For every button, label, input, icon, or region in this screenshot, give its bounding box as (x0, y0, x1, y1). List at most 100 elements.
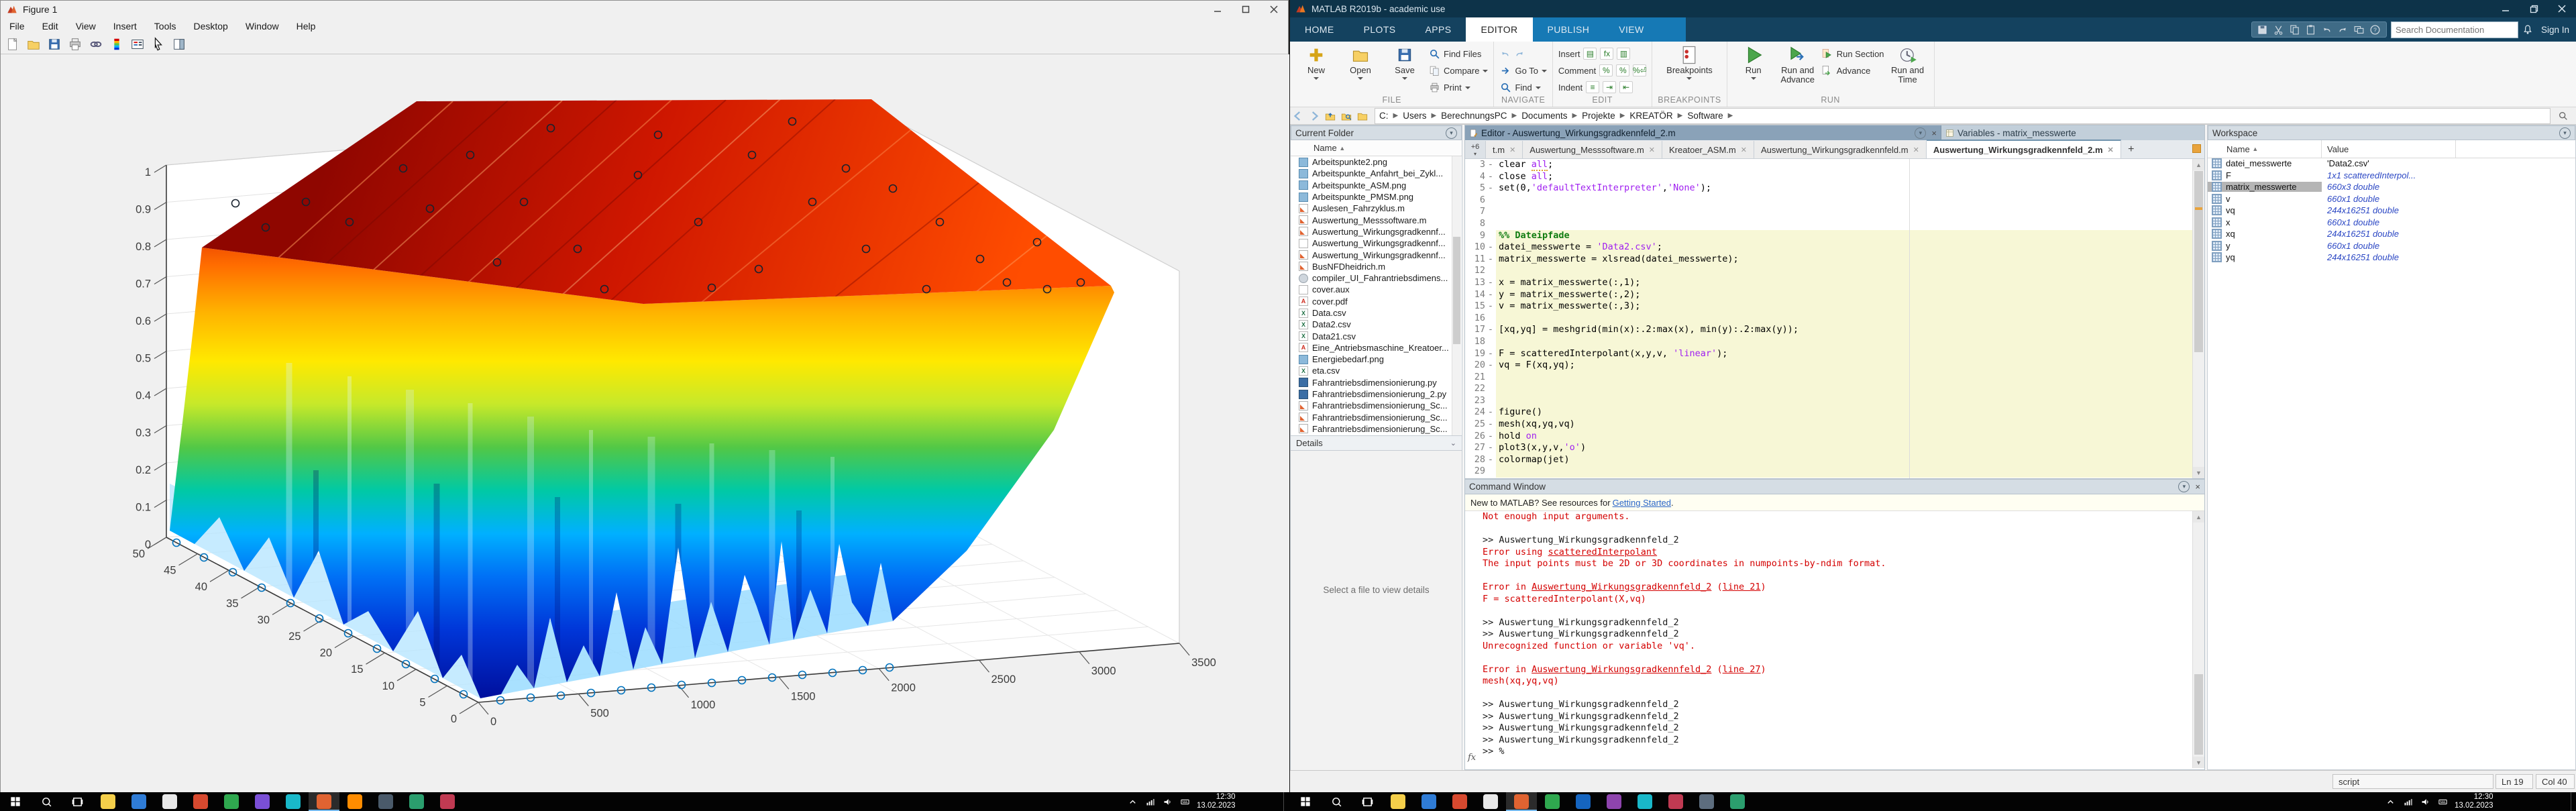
editor-tab[interactable]: Auswertung_Wirkungsgradkennfeld_2.m✕ (1927, 140, 2121, 158)
taskbar-app-icon[interactable] (370, 792, 401, 811)
toolstrip-tab-home[interactable]: HOME (1290, 17, 1349, 42)
search-input[interactable] (2392, 25, 2518, 35)
taskbar-app-icon[interactable] (1383, 792, 1413, 811)
code-line[interactable]: 17-[xq,yq] = meshgrid(min(x):.2:max(x), … (1465, 324, 2194, 336)
breadcrumb-segment[interactable]: C: (1378, 111, 1390, 121)
close-tab-icon[interactable]: ✕ (1509, 146, 1515, 154)
taskbar-search-icon[interactable] (1321, 792, 1352, 811)
taskbar-app-icon[interactable] (1444, 792, 1475, 811)
code-line[interactable]: 20-vq = F(xq,yq); (1465, 360, 2194, 372)
forward-icon[interactable] (1306, 109, 1322, 123)
figure-menu-file[interactable]: File (1, 21, 34, 32)
file-list-item[interactable]: Eine_Antriebsmaschine_Kreatoer... (1291, 342, 1462, 354)
taskbar-app-icon[interactable] (1599, 792, 1629, 811)
code-editor[interactable]: 3-clear all;4-close all;5-set(0,'default… (1465, 159, 2194, 478)
minimize-button[interactable] (1203, 1, 1232, 18)
panel-menu-icon[interactable]: ▾ (1446, 127, 1457, 139)
insert-section-icon[interactable]: ▤ (1583, 48, 1597, 60)
keyboard-icon[interactable] (1179, 796, 1190, 807)
file-list-item[interactable]: Fahrantriebsdimensionierung_Sc... (1291, 412, 1462, 423)
save-button[interactable]: Save (1384, 43, 1426, 80)
panel-menu-icon[interactable]: ▾ (2178, 481, 2190, 492)
editor-scrollbar[interactable]: ▲ ▼ (2192, 159, 2204, 478)
network-icon[interactable] (1144, 796, 1155, 807)
insert-legend-icon[interactable] (129, 36, 146, 52)
workspace-row[interactable]: yq244x16251 double (2208, 252, 2575, 264)
code-line[interactable]: 16 (1465, 313, 2194, 325)
taskbar-app-icon[interactable] (185, 792, 216, 811)
start-button[interactable] (1290, 792, 1321, 811)
file-list-item[interactable]: Auslesen_Fahrzyklus.m (1291, 203, 1462, 214)
toolstrip-tab-apps[interactable]: APPS (1411, 17, 1466, 42)
new-figure-icon[interactable] (5, 36, 21, 52)
file-list-item[interactable]: Arbeitspunkte_Anfahrt_bei_Zykl... (1291, 168, 1462, 179)
file-list-item[interactable]: Auswertung_Wirkungsgradkennf... (1291, 249, 1462, 260)
close-panel-icon[interactable]: × (2195, 482, 2200, 492)
code-line[interactable]: 13-x = matrix_messwerte(:,1); (1465, 277, 2194, 289)
variables-panel-header[interactable]: Variables - matrix_messwerte (1941, 125, 2204, 140)
tab-overflow-button[interactable]: +6 ▾ (1465, 141, 1486, 158)
start-button[interactable] (0, 792, 31, 811)
maximize-button[interactable] (1232, 1, 1260, 18)
find-files-button[interactable]: Find Files (1428, 46, 1488, 61)
getting-started-link[interactable]: Getting Started (1613, 498, 1671, 508)
workspace-row[interactable]: vq244x16251 double (2208, 205, 2575, 217)
smart-indent-icon[interactable]: ≡ (1586, 81, 1599, 93)
taskbar-app-icon[interactable] (1506, 792, 1537, 811)
run-and-time-button[interactable]: Run and Time (1887, 43, 1929, 85)
breadcrumb-segment[interactable]: Documents (1520, 111, 1568, 121)
run-section-button[interactable]: Run Section (1821, 46, 1884, 61)
keyboard-icon[interactable] (2437, 796, 2448, 807)
file-list-item[interactable]: eta.csv (1291, 365, 1462, 376)
code-line[interactable]: 22 (1465, 383, 2194, 395)
console-error-link[interactable]: line 27 (1723, 664, 1761, 675)
editor-panel-header[interactable]: Editor - Auswertung_Wirkungsgradkennfeld… (1465, 125, 1941, 140)
scroll-up-icon[interactable]: ▲ (2193, 159, 2204, 170)
go-to-button[interactable]: Go To (1499, 63, 1546, 78)
code-line[interactable]: 19-F = scatteredInterpolant(x,y,v, 'line… (1465, 348, 2194, 360)
uncomment-icon[interactable]: % (1616, 64, 1629, 76)
breadcrumb[interactable]: C:▶Users▶BerechnungsPC▶Documents▶Projekt… (1375, 108, 2551, 124)
close-tab-icon[interactable]: ✕ (1649, 146, 1655, 154)
wrap-comment-icon[interactable]: %⏎ (1633, 64, 1646, 76)
paste-icon[interactable] (2304, 23, 2318, 36)
scroll-down-icon[interactable]: ▼ (2193, 757, 2204, 768)
figure-menu-tools[interactable]: Tools (146, 21, 185, 32)
workspace-row[interactable]: y660x1 double (2208, 240, 2575, 252)
editor-tab[interactable]: Kreatoer_ASM.m✕ (1662, 141, 1754, 158)
breadcrumb-segment[interactable]: Users (1401, 111, 1428, 121)
code-line[interactable]: 29 (1465, 466, 2194, 478)
code-line[interactable]: 7 (1465, 206, 2194, 218)
figure-menu-help[interactable]: Help (288, 21, 325, 32)
find-button[interactable]: Find (1499, 80, 1546, 95)
file-list-item[interactable]: compiler_UI_Fahrantriebsdimens... (1291, 272, 1462, 284)
close-tab-icon[interactable]: ✕ (1741, 146, 1747, 154)
workspace-row[interactable]: x660x1 double (2208, 217, 2575, 229)
taskbar-clock[interactable]: 12:3013.02.2023 (2455, 793, 2493, 810)
help-icon[interactable]: ? (2369, 23, 2382, 36)
code-warning-indicator[interactable] (2192, 144, 2201, 153)
breadcrumb-segment[interactable]: BerechnungsPC (1440, 111, 1508, 121)
documentation-search[interactable] (2391, 21, 2518, 38)
console-scrollbar[interactable]: ▲ ▼ (2192, 511, 2204, 768)
taskbar-app-icon[interactable] (1629, 792, 1660, 811)
file-list-item[interactable]: Fahrantriebsdimensionierung.py (1291, 377, 1462, 388)
file-list-item[interactable]: BusNFDheidrich.m (1291, 261, 1462, 272)
taskbar-app-icon[interactable] (432, 792, 463, 811)
advance-button[interactable]: Advance (1821, 63, 1884, 78)
editor-tab[interactable]: Auswertung_Wirkungsgradkennfeld.m✕ (1754, 141, 1927, 158)
cut-icon[interactable] (2272, 23, 2286, 36)
code-line[interactable]: 5-set(0,'defaultTextInterpreter','None')… (1465, 182, 2194, 195)
code-line[interactable]: 25-mesh(xq,yq,vq) (1465, 419, 2194, 431)
taskbar-search-icon[interactable] (31, 792, 62, 811)
show-desktop-button[interactable] (1283, 792, 1289, 811)
taskbar-app-icon[interactable] (1660, 792, 1691, 811)
restore-button[interactable] (2520, 0, 2548, 17)
new-button[interactable]: New (1295, 43, 1337, 80)
print-figure-icon[interactable] (67, 36, 83, 52)
code-line[interactable]: 24-figure() (1465, 407, 2194, 419)
taskbar-app-icon[interactable] (123, 792, 154, 811)
taskbar-app-icon[interactable] (93, 792, 123, 811)
taskbar-app-icon[interactable] (1537, 792, 1568, 811)
workspace-row[interactable]: datei_messwerte'Data2.csv' (2208, 158, 2575, 170)
